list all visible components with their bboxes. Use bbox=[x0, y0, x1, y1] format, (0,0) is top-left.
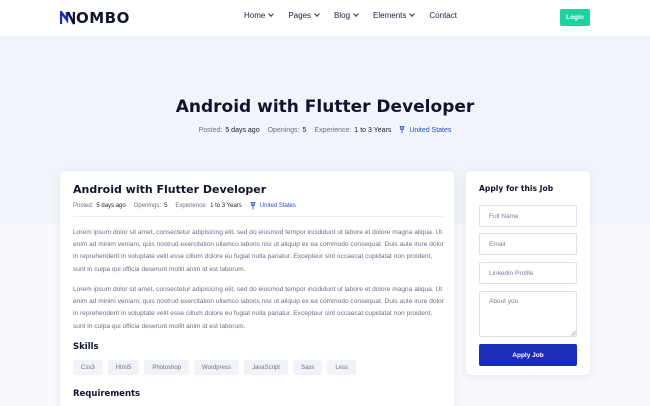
site-header: OMBO Home Pages Blog Elements Contact Lo… bbox=[0, 0, 650, 36]
login-button[interactable]: Login bbox=[560, 9, 590, 26]
nav-item-blog[interactable]: Blog bbox=[334, 11, 359, 20]
skill-tag-wordpress[interactable]: Wordpress bbox=[194, 360, 239, 375]
apply-form-title: Apply for this Job bbox=[479, 184, 554, 193]
linkedin-input[interactable] bbox=[479, 262, 577, 284]
nav-item-contact[interactable]: Contact bbox=[429, 11, 457, 20]
experience-value: 1 to 3 Years bbox=[354, 126, 392, 134]
experience-meta: Experience: 1 to 3 Years bbox=[175, 202, 241, 210]
location-meta[interactable]: United States bbox=[399, 126, 451, 134]
posted-label: Posted: bbox=[73, 203, 94, 209]
openings-meta: Openings: 5 bbox=[268, 126, 307, 134]
nav-label: Home bbox=[244, 11, 266, 20]
openings-value: 5 bbox=[302, 126, 307, 134]
about-you-textarea[interactable] bbox=[479, 291, 577, 337]
main-nav: Home Pages Blog Elements Contact bbox=[244, 11, 457, 20]
nav-label: Contact bbox=[429, 11, 457, 20]
skill-tag-css3[interactable]: Css3 bbox=[73, 360, 103, 375]
openings-meta: Openings: 5 bbox=[134, 202, 168, 210]
skill-tag-javascript[interactable]: JavaScript bbox=[243, 360, 288, 375]
divider bbox=[73, 216, 443, 217]
hero-job-meta: Posted: 5 days ago Openings: 5 Experienc… bbox=[0, 126, 650, 134]
page-title: Android with Flutter Developer bbox=[175, 97, 475, 117]
openings-label: Openings: bbox=[267, 126, 300, 134]
nav-label: Elements bbox=[373, 11, 407, 20]
nav-label: Blog bbox=[334, 11, 351, 20]
nav-item-home[interactable]: Home bbox=[244, 11, 275, 20]
location-pin-icon bbox=[250, 202, 256, 210]
chevron-down-icon bbox=[409, 11, 416, 17]
location-meta[interactable]: United States bbox=[250, 202, 296, 210]
chevron-down-icon bbox=[268, 11, 275, 17]
logo[interactable]: OMBO bbox=[60, 8, 130, 28]
description-paragraph: Lorem ipsum dolor sit amet, consectetur … bbox=[73, 286, 444, 330]
nav-item-elements[interactable]: Elements bbox=[373, 11, 416, 20]
job-description-card: Android with Flutter Developer Posted: 5… bbox=[60, 171, 454, 406]
chevron-down-icon bbox=[353, 11, 359, 17]
skills-heading: Skills bbox=[73, 342, 99, 352]
apply-job-button[interactable]: Apply Job bbox=[479, 344, 577, 366]
skills-list: Css3 Html5 Photoshop Wordpress JavaScrip… bbox=[73, 360, 356, 375]
logo-mark-icon bbox=[60, 11, 75, 25]
logo-text: OMBO bbox=[76, 9, 130, 27]
location-pin-icon bbox=[399, 126, 405, 134]
skill-tag-less[interactable]: Less bbox=[327, 360, 356, 375]
experience-meta: Experience: 1 to 3 Years bbox=[314, 126, 391, 134]
posted-value: 5 days ago bbox=[96, 203, 126, 209]
posted-meta: Posted: 5 days ago bbox=[73, 202, 126, 210]
skill-tag-html5[interactable]: Html5 bbox=[107, 360, 140, 375]
apply-form-card: Apply for this Job Apply Job bbox=[466, 171, 590, 375]
description-paragraph: Lorem ipsum dolor sit amet, consectetur … bbox=[73, 229, 444, 273]
full-name-input[interactable] bbox=[479, 205, 577, 227]
nav-item-pages[interactable]: Pages bbox=[288, 11, 320, 20]
posted-label: Posted: bbox=[198, 126, 223, 134]
experience-label: Experience: bbox=[314, 126, 352, 134]
openings-value: 5 bbox=[164, 203, 168, 209]
requirements-heading: Requirements bbox=[73, 389, 141, 399]
experience-label: Experience: bbox=[175, 203, 208, 209]
chevron-down-icon bbox=[314, 11, 320, 17]
job-meta: Posted: 5 days ago Openings: 5 Experienc… bbox=[73, 202, 304, 210]
nav-label: Pages bbox=[288, 11, 312, 20]
email-input[interactable] bbox=[479, 233, 577, 255]
skill-tag-photoshop[interactable]: Photoshop bbox=[144, 360, 190, 375]
experience-value: 1 to 3 Years bbox=[210, 203, 242, 209]
posted-meta: Posted: 5 days ago bbox=[199, 126, 260, 134]
location-link[interactable]: United States bbox=[260, 203, 296, 209]
location-link[interactable]: United States bbox=[409, 127, 451, 134]
resize-grip-icon[interactable] bbox=[570, 330, 576, 336]
job-title: Android with Flutter Developer bbox=[73, 183, 267, 196]
skill-tag-sass[interactable]: Sass bbox=[292, 360, 323, 375]
openings-label: Openings: bbox=[133, 203, 162, 209]
posted-value: 5 days ago bbox=[225, 126, 260, 134]
